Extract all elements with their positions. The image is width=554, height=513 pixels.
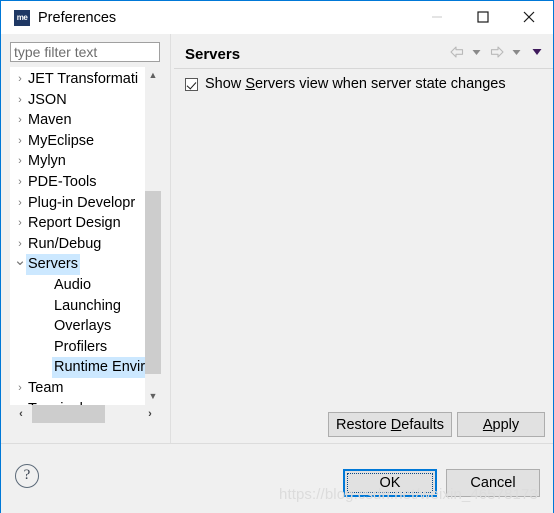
- tree-item-profilers[interactable]: Profilers: [10, 337, 161, 358]
- dialog-footer: ? OK Cancel: [1, 443, 553, 513]
- restore-defaults-button[interactable]: Restore Defaults: [328, 412, 452, 437]
- minimize-button[interactable]: [414, 1, 460, 33]
- page-title: Servers: [185, 46, 241, 63]
- preferences-tree-pane: ›JET Transformati›JSON›Maven›MyEclipse›M…: [1, 34, 171, 443]
- tree-item-overlays[interactable]: Overlays: [10, 316, 161, 337]
- preference-page-body: Show Servers view when server state chan…: [172, 69, 553, 409]
- scroll-up-arrow-icon[interactable]: ▲: [145, 67, 161, 84]
- tree-item-label: Overlays: [54, 318, 112, 335]
- forward-history-dropdown[interactable]: [508, 43, 525, 61]
- tree-horizontal-scrollbar[interactable]: ‹ ›: [10, 405, 161, 423]
- tree-item-team[interactable]: › Team: [10, 378, 161, 399]
- forward-button[interactable]: [488, 43, 505, 61]
- filter-input[interactable]: [10, 42, 160, 62]
- pane-divider: [170, 34, 171, 443]
- apply-button[interactable]: Apply: [457, 412, 545, 437]
- show-servers-view-label: Show Servers view when server state chan…: [205, 76, 506, 92]
- apply-mnemonic: A: [482, 416, 493, 433]
- restore-defaults-label-part-2: efaults: [401, 416, 445, 433]
- chevron-down-icon: [532, 49, 541, 55]
- dialog-content: ›JET Transformati›JSON›Maven›MyEclipse›M…: [1, 34, 553, 443]
- maximize-button[interactable]: [460, 1, 506, 33]
- close-icon: [523, 11, 535, 23]
- tree-item-run-debug[interactable]: › Run/Debug: [10, 234, 161, 255]
- checkbox-label-part-1: Show: [205, 76, 246, 92]
- apply-label-part-2: pply: [492, 416, 520, 433]
- scroll-left-arrow-icon[interactable]: ‹: [12, 405, 30, 423]
- window-title: Preferences: [38, 10, 117, 26]
- tree-item-label: Profilers: [54, 338, 108, 355]
- tree-item-label: Report Design: [28, 215, 121, 232]
- restore-defaults-label-part-1: Restore: [335, 416, 391, 433]
- tree-item-launching[interactable]: Launching: [10, 296, 161, 317]
- tree-item-label: MyEclipse: [28, 132, 95, 149]
- scroll-down-arrow-icon[interactable]: ▼: [145, 388, 161, 405]
- tree-item-label: Launching: [54, 297, 121, 314]
- tree-horizontal-scroll-thumb[interactable]: [32, 405, 105, 423]
- page-view-menu-button[interactable]: [528, 43, 545, 61]
- tree-item-audio[interactable]: Audio: [10, 275, 161, 296]
- tree-item-pde-tools[interactable]: › PDE-Tools: [10, 172, 161, 193]
- minimize-icon: [432, 16, 442, 18]
- ok-button-label: OK: [379, 475, 401, 491]
- tree-item-label: Runtime Envir: [52, 357, 148, 378]
- chevron-down-icon: [512, 49, 521, 55]
- tree-item-myeclipse[interactable]: › MyEclipse: [10, 131, 161, 152]
- checkbox-label-mnemonic: S: [245, 76, 255, 92]
- maximize-icon: [477, 11, 489, 23]
- tree-vertical-scroll-thumb[interactable]: [145, 191, 161, 374]
- close-button[interactable]: [506, 1, 552, 33]
- tree-item-label: Team: [28, 379, 64, 396]
- restore-defaults-mnemonic: D: [390, 416, 402, 433]
- preferences-dialog: me Preferences ›JET Transformati›JSON›Ma…: [0, 0, 554, 513]
- tree-item-label: Plug-in Developr: [28, 194, 136, 211]
- tree-item-plug-in-developr[interactable]: › Plug-in Developr: [10, 193, 161, 214]
- myeclipse-app-icon: me: [14, 10, 30, 26]
- tree-item-servers[interactable]: ⌄ Servers: [10, 253, 161, 275]
- title-bar: me Preferences: [1, 1, 553, 34]
- back-button[interactable]: [448, 43, 465, 61]
- cancel-button[interactable]: Cancel: [446, 469, 540, 497]
- ok-button[interactable]: OK: [343, 469, 437, 497]
- tree-item-label: Audio: [54, 276, 92, 293]
- tree-item-label: Mylyn: [28, 153, 66, 170]
- tree-item-label: Run/Debug: [28, 235, 102, 252]
- show-servers-view-checkbox[interactable]: [185, 77, 198, 91]
- preference-page-pane: Servers Show Servers view when server st…: [172, 34, 553, 443]
- back-arrow-icon: [449, 46, 463, 58]
- preferences-tree[interactable]: › JET Transformati › JSON › Maven › MyEclipse › M…: [10, 67, 161, 405]
- tree-item-label: Maven: [28, 112, 72, 129]
- scroll-right-arrow-icon[interactable]: ›: [141, 405, 159, 423]
- tree-item-runtime-envir[interactable]: Runtime Envir: [10, 357, 161, 378]
- chevron-down-icon: [472, 49, 481, 55]
- help-button[interactable]: ?: [15, 464, 39, 488]
- show-servers-view-checkbox-row[interactable]: Show Servers view when server state chan…: [185, 76, 506, 92]
- tree-item-label: JSON: [28, 91, 67, 108]
- forward-arrow-icon: [490, 46, 504, 58]
- checkbox-label-part-2: ervers view when server state changes: [254, 76, 506, 92]
- tree-item-json[interactable]: › JSON: [10, 90, 161, 111]
- tree-item-jet-transformati[interactable]: › JET Transformati: [10, 69, 161, 90]
- tree-item-label: PDE-Tools: [28, 173, 97, 190]
- back-history-dropdown[interactable]: [468, 43, 485, 61]
- tree-item-list: › JET Transformati › JSON › Maven › MyEclipse › M…: [10, 69, 161, 405]
- tree-item-label: JET Transformati: [28, 71, 139, 87]
- tree-item-report-design[interactable]: › Report Design: [10, 213, 161, 234]
- tree-item-maven[interactable]: › Maven: [10, 110, 161, 131]
- tree-item-mylyn[interactable]: › Mylyn: [10, 151, 161, 172]
- page-navigation-toolbar: [448, 43, 545, 61]
- tree-item-label: Servers: [26, 254, 80, 275]
- tree-vertical-scrollbar[interactable]: ▲ ▼: [145, 67, 161, 405]
